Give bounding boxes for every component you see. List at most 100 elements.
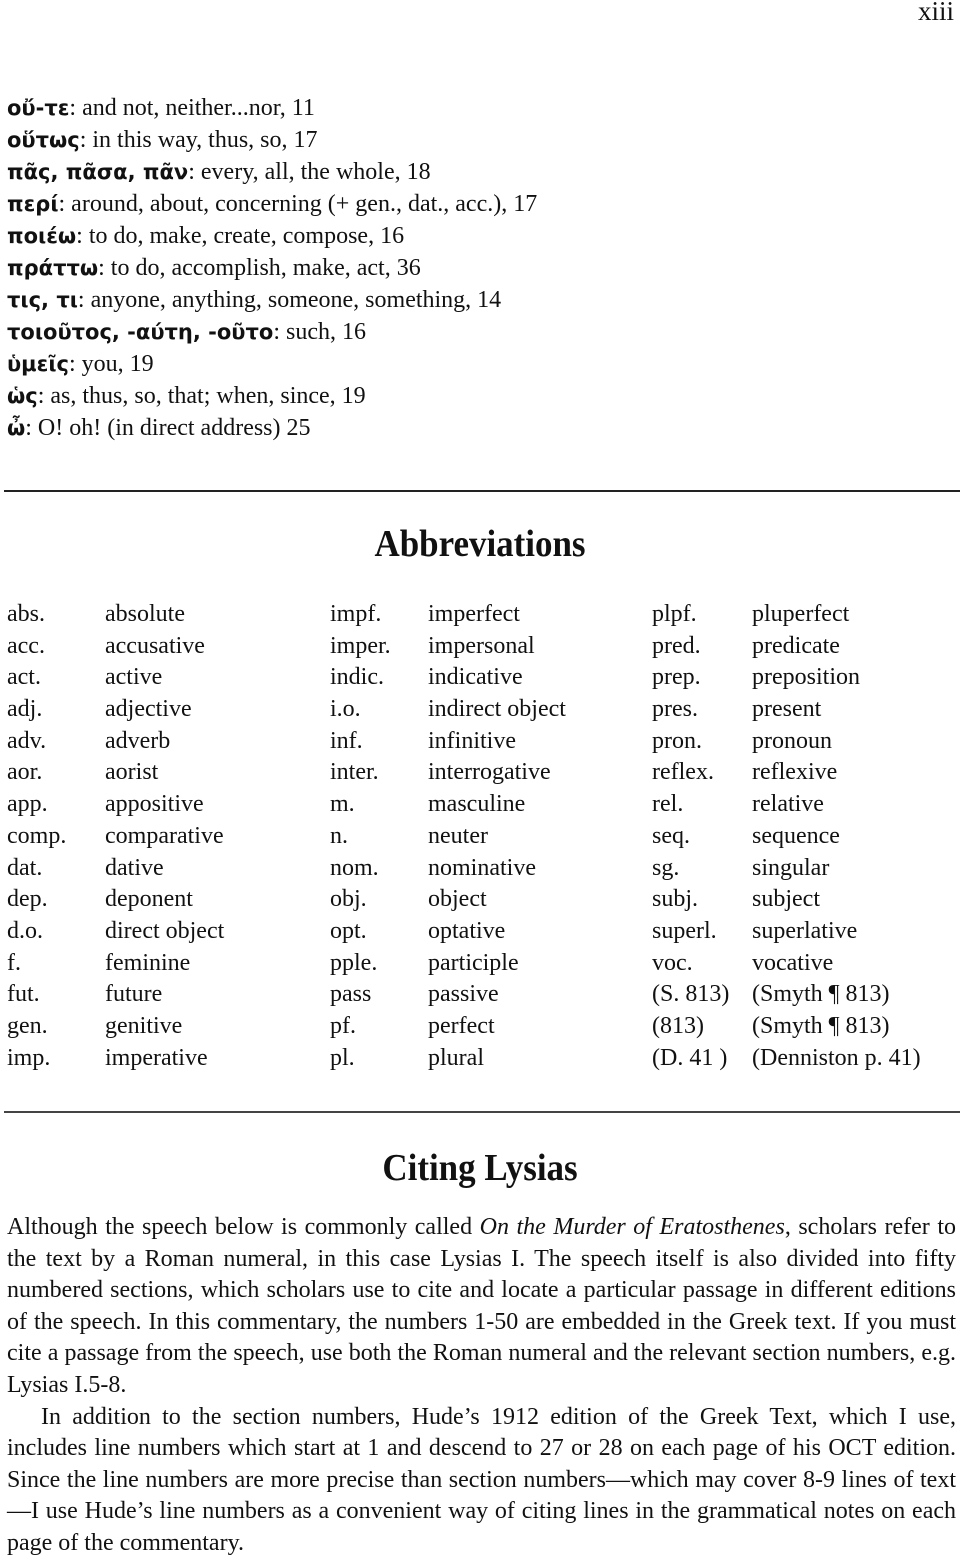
- abbreviation-meaning: adjective: [105, 696, 192, 723]
- abbreviation: adj.: [7, 696, 43, 723]
- abbreviation-meaning: participle: [428, 949, 519, 976]
- abbreviation: m.: [330, 791, 355, 818]
- greek-term: τοιοῦτος, -αύτη, -οῦτο: [7, 320, 274, 344]
- abbreviation: subj.: [652, 886, 699, 913]
- vocab-entry: πράττω: to do, accomplish, make, act, 36: [7, 252, 537, 284]
- abbreviation: pl.: [330, 1044, 355, 1071]
- text: , scholars refer to the text by a Roman …: [7, 1214, 956, 1398]
- abbreviation: indic.: [330, 664, 384, 691]
- text: Although the speech below is commonly ca…: [7, 1214, 480, 1240]
- abbreviation: pf.: [330, 1012, 356, 1039]
- abbreviation-meaning: optative: [428, 917, 506, 944]
- abbreviation-meaning: reflexive: [752, 759, 838, 786]
- abbreviation: obj.: [330, 886, 367, 913]
- abbreviation-meaning: aorist: [105, 759, 159, 786]
- abbreviation: voc.: [652, 949, 693, 976]
- abbreviation-meaning: pluperfect: [752, 601, 850, 627]
- abbreviation-meaning: singular: [752, 854, 830, 881]
- abbreviation-meaning: direct object: [105, 917, 225, 944]
- abbreviation: reflex.: [652, 759, 714, 786]
- abbreviation-meaning: absolute: [105, 601, 185, 627]
- abbreviation: nom.: [330, 854, 379, 881]
- greek-term: οὕτως: [7, 128, 80, 152]
- abbreviation-meaning: feminine: [105, 949, 191, 976]
- abbreviation-meaning: sequence: [752, 822, 840, 849]
- vocabulary-list: οὔ-τε: and not, neither...nor, 11 οὕτως:…: [7, 92, 537, 444]
- abbreviation: abs.: [7, 601, 45, 627]
- abbreviation: fut.: [7, 981, 40, 1008]
- section-divider: [4, 490, 960, 492]
- abbreviation-meaning: subject: [752, 886, 820, 913]
- abbreviation-meaning: impersonal: [428, 632, 535, 659]
- abbreviation-meaning: infinitive: [428, 727, 516, 754]
- abbreviation-meaning: (Smyth ¶ 813): [752, 1012, 890, 1039]
- abbreviation-meaning: interrogative: [428, 759, 551, 786]
- vocab-entry: πᾶς, πᾶσα, πᾶν: every, all, the whole, 1…: [7, 156, 537, 188]
- abbreviation-meaning: accusative: [105, 632, 205, 659]
- abbreviation: pres.: [652, 696, 698, 723]
- gloss: : you, 19: [68, 351, 154, 377]
- abbreviation: dat.: [7, 854, 43, 881]
- abbreviation: sg.: [652, 854, 680, 881]
- abbreviation-meaning: indicative: [428, 664, 523, 691]
- abbreviation-meaning: neuter: [428, 822, 488, 849]
- abbreviation-meaning: passive: [428, 981, 499, 1008]
- vocab-entry: ὦ: O! oh! (in direct address) 25: [7, 412, 537, 444]
- greek-term: περί: [7, 192, 59, 216]
- vocab-entry: ὡς: as, thus, so, that; when, since, 19: [7, 380, 537, 412]
- abbreviation-meaning: deponent: [105, 886, 193, 913]
- greek-term: οὔ-τε: [7, 96, 70, 120]
- citing-body: Although the speech below is commonly ca…: [7, 1212, 956, 1560]
- abbreviation: app.: [7, 791, 48, 818]
- greek-term: τις, τι: [7, 288, 78, 312]
- greek-term: πᾶς, πᾶσα, πᾶν: [7, 160, 189, 184]
- abbreviation: act.: [7, 664, 41, 691]
- abbreviation-meaning: plural: [428, 1044, 484, 1071]
- abbreviation: (D. 41 ): [652, 1044, 728, 1071]
- abbreviation: gen.: [7, 1012, 48, 1039]
- abbreviation: rel.: [652, 791, 684, 818]
- abbreviation-meaning: relative: [752, 791, 824, 818]
- abbreviation: pron.: [652, 727, 702, 754]
- abbreviation: pass: [330, 981, 372, 1008]
- abbreviation: impf.: [330, 601, 382, 627]
- abbreviation: i.o.: [330, 696, 361, 723]
- abbreviation: d.o.: [7, 917, 43, 944]
- abbreviation: pred.: [652, 632, 701, 659]
- abbreviation-meaning: imperfect: [428, 601, 520, 627]
- gloss: : in this way, thus, so, 17: [79, 127, 318, 153]
- abbreviation-meaning: present: [752, 696, 822, 723]
- abbreviation-meaning: preposition: [752, 664, 860, 691]
- abbreviation-meaning: appositive: [105, 791, 204, 818]
- abbreviation-meaning: comparative: [105, 822, 224, 849]
- abbreviation: (S. 813): [652, 981, 730, 1008]
- abbreviation-meaning: imperative: [105, 1044, 208, 1071]
- abbreviation: inf.: [330, 727, 363, 754]
- gloss: : such, 16: [273, 319, 366, 345]
- abbreviation-meaning: vocative: [752, 949, 834, 976]
- abbreviation: imp.: [7, 1044, 51, 1071]
- vocab-entry: ὑμεῖς: you, 19: [7, 348, 537, 380]
- abbreviation-meaning: pronoun: [752, 727, 832, 754]
- gloss: : and not, neither...nor, 11: [69, 95, 315, 121]
- abbreviation: f.: [7, 949, 21, 976]
- abbreviations-heading: Abbreviations: [374, 523, 586, 565]
- vocab-entry: τοιοῦτος, -αύτη, -οῦτο: such, 16: [7, 316, 537, 348]
- abbreviation-meaning: future: [105, 981, 163, 1008]
- vocab-entry: ποιέω: to do, make, create, compose, 16: [7, 220, 537, 252]
- abbreviation: prep.: [652, 664, 701, 691]
- gloss: : as, thus, so, that; when, since, 19: [37, 383, 366, 409]
- citing-heading: Citing Lysias: [382, 1147, 578, 1189]
- paragraph: Although the speech below is commonly ca…: [7, 1212, 956, 1402]
- section-divider: [4, 1111, 960, 1113]
- gloss: : anyone, anything, someone, something, …: [77, 287, 502, 313]
- abbreviation-meaning: (Smyth ¶ 813): [752, 981, 890, 1008]
- abbreviation-meaning: dative: [105, 854, 164, 881]
- gloss: : every, all, the whole, 18: [188, 159, 431, 185]
- abbreviation: (813): [652, 1012, 704, 1039]
- abbreviation-meaning: active: [105, 664, 163, 691]
- abbreviation-meaning: predicate: [752, 632, 840, 659]
- abbreviation-meaning: (Denniston p. 41): [752, 1044, 921, 1071]
- gloss: : to do, make, create, compose, 16: [76, 223, 405, 249]
- gloss: : around, about, concerning (+ gen., dat…: [58, 191, 538, 217]
